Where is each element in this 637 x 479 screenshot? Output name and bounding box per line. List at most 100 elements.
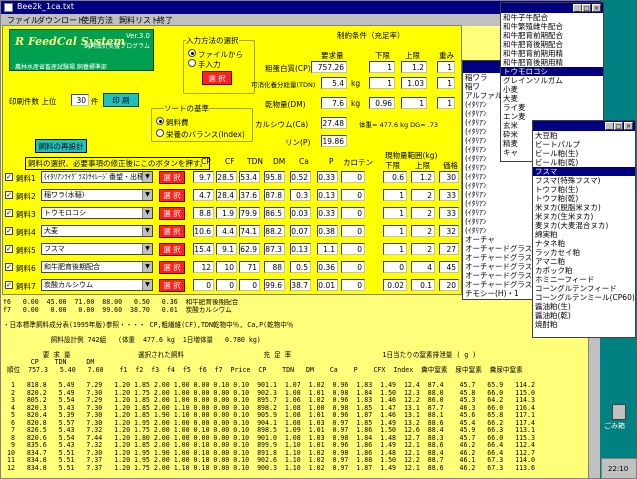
minimize-icon[interactable]: _ — [573, 4, 582, 12]
feed-value[interactable]: 62.9 — [239, 243, 260, 255]
list-item[interactable]: チモシー(H)・1 — [463, 298, 541, 299]
list-item[interactable]: ナタネ粕 — [533, 239, 635, 248]
list-item[interactable]: (ｲﾀﾘｱﾝ — [463, 181, 541, 190]
feed-price[interactable]: 27 — [439, 243, 459, 255]
dm-low[interactable]: 0.96 — [369, 97, 395, 109]
feed-value[interactable]: 0 — [341, 225, 365, 237]
feed-select-button[interactable]: 選 択 — [159, 225, 185, 238]
list-item[interactable]: ビール粕(乾) — [533, 158, 635, 167]
feed-value[interactable]: 0 — [193, 279, 214, 291]
feed-select-button[interactable]: 選 択 — [159, 171, 185, 184]
feed-value[interactable]: 0 — [239, 279, 260, 291]
feed-value[interactable]: 0.52 — [290, 171, 311, 183]
feed-value[interactable]: 0.13 — [317, 189, 338, 201]
tdn-weight[interactable]: 1 — [437, 77, 455, 89]
feed-high[interactable]: 2 — [411, 189, 435, 201]
list-item[interactable]: 小麦 — [501, 85, 603, 94]
feed-price[interactable]: 33 — [439, 207, 459, 219]
feed-value[interactable]: 0.33 — [317, 171, 338, 183]
list-item[interactable]: カポック粕 — [533, 266, 635, 275]
feed-checkbox[interactable]: ✓ — [5, 263, 13, 271]
feed-checkbox[interactable]: ✓ — [5, 191, 13, 199]
feed-checkbox[interactable]: ✓ — [5, 209, 13, 217]
feed-low[interactable]: 1 — [383, 189, 407, 201]
list-item[interactable]: 米ヌカ(脱脂米ヌカ) — [533, 203, 635, 212]
tdn-req[interactable]: 5.4 — [321, 77, 347, 89]
feed-dropdown[interactable]: (ｲﾀﾘｱﾝﾗｲｸﾞﾗｽ)ｻｲﾚｰｼﾞ番望・出穂 ▼ — [41, 171, 153, 183]
maximize-icon[interactable]: □ — [614, 122, 623, 130]
cp-low[interactable]: 1 — [369, 61, 395, 73]
feed-value[interactable]: 0.03 — [290, 207, 311, 219]
feed-value[interactable]: 15.4 — [193, 243, 214, 255]
feed-value[interactable]: 28.4 — [216, 189, 237, 201]
minimize-icon[interactable]: _ — [605, 122, 614, 130]
list-item[interactable]: 和牛肥育後期配合 — [501, 40, 603, 49]
ca-req[interactable]: 27.48 — [321, 117, 347, 129]
feed-select-button[interactable]: 選 択 — [159, 279, 185, 292]
feed-checkbox[interactable]: ✓ — [5, 227, 13, 235]
list-item[interactable]: 和牛肥育後期用精 — [501, 58, 603, 67]
list-item[interactable]: フスマ — [533, 167, 635, 176]
list-item[interactable]: ビール粕(生) — [533, 149, 635, 158]
feed-value[interactable]: 0.38 — [317, 225, 338, 237]
dm-weight[interactable]: 1 — [437, 97, 455, 109]
feed-dropdown[interactable]: トウモロコシ ▼ — [41, 207, 153, 219]
feed-value[interactable]: 38.7 — [290, 279, 311, 291]
feed-value[interactable]: 0 — [341, 207, 365, 219]
maximize-icon[interactable]: □ — [582, 4, 591, 12]
list-item[interactable]: 焼酎粕 — [533, 320, 635, 329]
feed-value[interactable]: 88.2 — [264, 225, 285, 237]
feed-value[interactable]: 4.7 — [193, 189, 214, 201]
radio-sort-cost[interactable] — [156, 117, 164, 125]
feed-low[interactable]: 1 — [383, 243, 407, 255]
feed-value[interactable]: 0 — [341, 279, 365, 291]
list-item[interactable]: (ｲﾀﾘｱﾝ — [463, 226, 541, 235]
feed-value[interactable]: 95.8 — [264, 171, 285, 183]
feed-price[interactable]: 20 — [439, 279, 459, 291]
list-item[interactable]: オーチャードグラス — [463, 244, 541, 253]
feed-high[interactable]: 2 — [411, 225, 435, 237]
recycle-bin-icon[interactable]: ごみ箱 — [604, 404, 632, 430]
radio-sort-balance[interactable] — [156, 129, 164, 137]
cp-weight[interactable]: 1 — [437, 61, 455, 73]
feed-value[interactable]: 37.6 — [239, 189, 260, 201]
feed-value[interactable]: 0.33 — [317, 207, 338, 219]
list-item[interactable]: グレインソルガム — [501, 76, 603, 85]
feed-value[interactable]: 1.9 — [216, 207, 237, 219]
redesign-button[interactable]: 飼料の再設計 — [35, 139, 87, 153]
feed-value[interactable]: 28.5 — [216, 171, 237, 183]
list-item[interactable]: (ｲﾀﾘｱﾝ — [463, 172, 541, 181]
list-item[interactable]: オーチャードグラス — [463, 280, 541, 289]
feed-value[interactable]: 0.13 — [290, 243, 311, 255]
feed-price[interactable]: 33 — [439, 189, 459, 201]
cp-req[interactable]: 757.26 — [311, 61, 347, 73]
list-item[interactable]: (ｲﾀﾘｱﾝ — [463, 208, 541, 217]
list-item[interactable]: 和牛繁殖雌牛配合 — [501, 22, 603, 31]
feed-value[interactable]: 53.4 — [239, 171, 260, 183]
feed-select-button[interactable]: 選 択 — [159, 243, 185, 256]
feed-value[interactable]: 0.3 — [290, 189, 311, 201]
list-item[interactable]: ラッカセイ粕 — [533, 248, 635, 257]
list-item[interactable]: オーチャ — [463, 235, 541, 244]
close-icon[interactable]: × — [624, 122, 633, 130]
print-count-input[interactable]: 30 — [71, 94, 89, 106]
feed-value[interactable]: 10.6 — [193, 225, 214, 237]
list-item[interactable]: トウモロコシ — [501, 67, 603, 76]
feed-dropdown[interactable]: 和牛肥育後期配合 ▼ — [41, 261, 153, 273]
feed-low[interactable]: 0 — [383, 261, 407, 273]
list-item[interactable]: ライ麦 — [501, 103, 603, 112]
feed-select-button[interactable]: 選 択 — [159, 261, 185, 274]
feed-checkbox[interactable]: ✓ — [5, 245, 13, 253]
feed-value[interactable]: 0.01 — [317, 279, 338, 291]
feed-value[interactable]: 0.5 — [290, 261, 311, 273]
list-item[interactable]: 米ヌカ(生米ヌカ) — [533, 212, 635, 221]
radio-from-file[interactable] — [188, 49, 196, 57]
feed-checkbox[interactable]: ✓ — [5, 173, 13, 181]
radio-manual[interactable] — [188, 59, 196, 67]
feed-value[interactable]: 74.1 — [239, 225, 260, 237]
list-item[interactable]: 醤油粕(乾) — [533, 311, 635, 320]
feed-value[interactable]: 79.9 — [239, 207, 260, 219]
list-item[interactable]: チモシー(H)・1 — [463, 289, 541, 298]
feed-low[interactable]: 1 — [383, 225, 407, 237]
list-item[interactable]: オーチャードグラス — [463, 271, 541, 280]
